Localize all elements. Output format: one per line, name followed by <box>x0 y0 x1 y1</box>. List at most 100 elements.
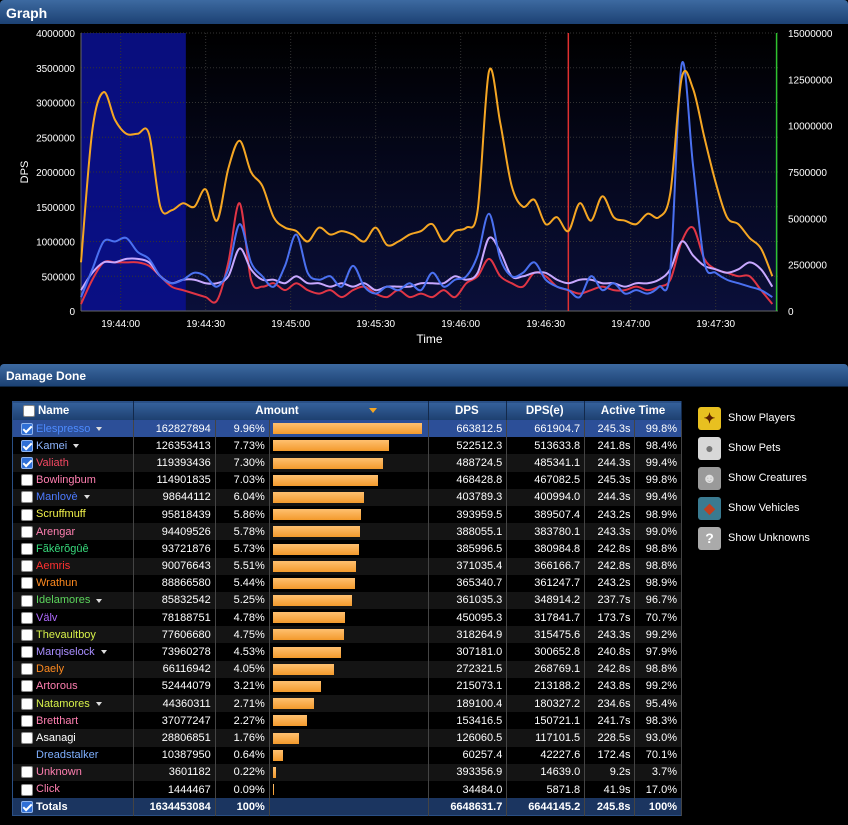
player-name[interactable]: Fãkêrõgûê <box>36 543 89 555</box>
table-row[interactable]: Marqiselock 73960278 4.53% 307181.0 300652.8… <box>12 643 683 661</box>
active-percent-cell: 99.4% <box>634 488 683 506</box>
amount-column-header[interactable]: Amount <box>133 401 430 420</box>
row-checkbox[interactable] <box>21 525 33 538</box>
row-checkbox[interactable] <box>21 560 33 573</box>
dps-column-header[interactable]: DPS <box>428 401 508 420</box>
totals-checkbox[interactable] <box>21 800 33 813</box>
table-row[interactable]: Fãkêrõgûê 93721876 5.73% 385996.5 380984.8 24… <box>12 540 683 558</box>
row-checkbox[interactable] <box>21 680 33 693</box>
table-row[interactable]: Dreadstalker 10387950 0.64% 60257.4 42227.6 1… <box>12 746 683 764</box>
x-tick-label: 19:46:30 <box>526 319 565 330</box>
row-checkbox[interactable] <box>21 646 33 659</box>
row-checkbox[interactable] <box>21 628 33 641</box>
expand-chevron-icon[interactable] <box>96 598 103 603</box>
table-row[interactable]: Bowlingbum 114901835 7.03% 468428.8 467082.5… <box>12 471 683 489</box>
filter-label[interactable]: Show Vehicles <box>728 502 800 514</box>
table-row[interactable]: Arengar 94409526 5.78% 388055.1 383780.1 243.… <box>12 523 683 541</box>
table-row[interactable]: Natamores 44360311 2.71% 189100.4 180327.2 23… <box>12 695 683 713</box>
table-row[interactable]: Elespresso 162827894 9.96% 663812.5 661904.7… <box>12 420 683 438</box>
player-name[interactable]: Unknown <box>36 766 82 778</box>
player-name[interactable]: Natamores <box>36 698 90 710</box>
player-name[interactable]: Bretthart <box>36 715 78 727</box>
player-name[interactable]: Marqiselock <box>36 646 95 658</box>
table-row[interactable]: Artorous 52444079 3.21% 215073.1 213188.2 243… <box>12 677 683 695</box>
filter-vehicles[interactable]: ◆ Show Vehicles <box>698 493 848 523</box>
filter-unknowns[interactable]: ? Show Unknowns <box>698 523 848 553</box>
percent-cell: 7.30% <box>215 454 270 472</box>
player-name[interactable]: Elespresso <box>36 423 90 435</box>
row-checkbox[interactable] <box>21 611 33 624</box>
player-name[interactable]: Arengar <box>36 526 75 538</box>
row-checkbox[interactable] <box>21 457 33 470</box>
player-name[interactable]: Kamei <box>36 440 67 452</box>
sort-desc-icon[interactable] <box>368 408 377 414</box>
table-row[interactable]: Wrathun 88866580 5.44% 365340.7 361247.7 243.… <box>12 574 683 592</box>
table-row[interactable]: Kamei 126353413 7.73% 522512.3 513633.8 241.8… <box>12 437 683 455</box>
expand-chevron-icon[interactable] <box>96 426 103 431</box>
expand-chevron-icon[interactable] <box>100 650 107 655</box>
filter-players[interactable]: ✦ Show Players <box>698 403 848 433</box>
expand-chevron-icon[interactable] <box>95 701 102 706</box>
player-name[interactable]: Dreadstalker <box>36 749 98 761</box>
row-checkbox[interactable] <box>21 508 33 521</box>
filter-label[interactable]: Show Pets <box>728 442 781 454</box>
table-row[interactable]: Aemris 90076643 5.51% 371035.4 366166.7 242.8… <box>12 557 683 575</box>
creatures-icon[interactable]: ☻ <box>698 466 721 490</box>
filter-pets[interactable]: ● Show Pets <box>698 433 848 463</box>
table-row[interactable]: Daely 66116942 4.05% 272321.5 268769.1 242.8s… <box>12 660 683 678</box>
table-row[interactable]: Scruffmuff 95818439 5.86% 393959.5 389507.4 2… <box>12 505 683 524</box>
pets-icon[interactable]: ● <box>698 436 721 460</box>
unknowns-icon[interactable]: ? <box>698 526 721 550</box>
player-name[interactable]: Click <box>36 784 60 796</box>
table-row[interactable]: Click 1444467 0.09% 34484.0 5871.8 41.9s 17.0% <box>12 780 683 799</box>
active-time-column-header[interactable]: Active Time <box>584 401 682 420</box>
row-checkbox[interactable] <box>21 783 33 796</box>
table-row[interactable]: Bretthart 37077247 2.27% 153416.5 150721.1 24… <box>12 712 683 730</box>
row-checkbox[interactable] <box>21 732 33 745</box>
players-icon[interactable]: ✦ <box>698 406 721 430</box>
row-checkbox[interactable] <box>21 697 33 710</box>
filter-label[interactable]: Show Players <box>728 412 795 424</box>
row-checkbox[interactable] <box>21 439 33 452</box>
amount-bar-cell <box>269 677 430 695</box>
player-name[interactable]: Wrathun <box>36 577 77 589</box>
table-row[interactable]: Asanagi 28806851 1.76% 126060.5 117101.5 228.… <box>12 729 683 747</box>
player-name[interactable]: Bowlingbum <box>36 474 96 486</box>
table-row[interactable]: Idelamores 85832542 5.25% 361035.3 348914.2 2… <box>12 591 683 610</box>
table-row[interactable]: Thevaultboy 77606680 4.75% 318264.9 315475.6… <box>12 626 683 644</box>
name-column-header[interactable]: Name <box>12 401 134 420</box>
active-time-cell: 242.8s <box>584 540 635 558</box>
row-checkbox[interactable] <box>21 766 33 779</box>
player-name[interactable]: Daely <box>36 663 64 675</box>
active-time-cell: 245.3s <box>584 420 635 438</box>
player-name[interactable]: Manlovè <box>36 491 78 503</box>
player-name[interactable]: Scruffmuff <box>36 509 86 521</box>
player-name[interactable]: Artorous <box>36 680 78 692</box>
row-checkbox[interactable] <box>21 714 33 727</box>
row-checkbox[interactable] <box>21 422 33 435</box>
filter-label[interactable]: Show Creatures <box>728 472 807 484</box>
select-all-checkbox[interactable] <box>23 404 35 417</box>
player-name[interactable]: Aemris <box>36 560 70 572</box>
expand-chevron-icon[interactable] <box>73 443 80 448</box>
row-checkbox[interactable] <box>21 577 33 590</box>
player-name[interactable]: Valiath <box>36 457 69 469</box>
filter-label[interactable]: Show Unknowns <box>728 532 810 544</box>
expand-chevron-icon[interactable] <box>83 495 90 500</box>
vehicles-icon[interactable]: ◆ <box>698 496 721 520</box>
table-row[interactable]: Välv 78188751 4.78% 450095.3 317841.7 173.7s 7… <box>12 609 683 627</box>
player-name[interactable]: Välv <box>36 612 57 624</box>
table-row[interactable]: Valiath 119393436 7.30% 488724.5 485341.1 244… <box>12 454 683 472</box>
row-checkbox[interactable] <box>21 491 33 504</box>
table-row[interactable]: Unknown 3601182 0.22% 393356.9 14639.0 9.2s 3.… <box>12 763 683 781</box>
filter-creatures[interactable]: ☻ Show Creatures <box>698 463 848 493</box>
player-name[interactable]: Thevaultboy <box>36 629 96 641</box>
table-row[interactable]: Manlovè 98644112 6.04% 403789.3 400994.0 244.… <box>12 488 683 506</box>
player-name[interactable]: Idelamores <box>36 595 90 607</box>
row-checkbox[interactable] <box>21 594 33 607</box>
dpse-column-header[interactable]: DPS(e) <box>506 401 586 420</box>
player-name[interactable]: Asanagi <box>36 732 76 744</box>
row-checkbox[interactable] <box>21 474 33 487</box>
row-checkbox[interactable] <box>21 663 33 676</box>
row-checkbox[interactable] <box>21 542 33 555</box>
